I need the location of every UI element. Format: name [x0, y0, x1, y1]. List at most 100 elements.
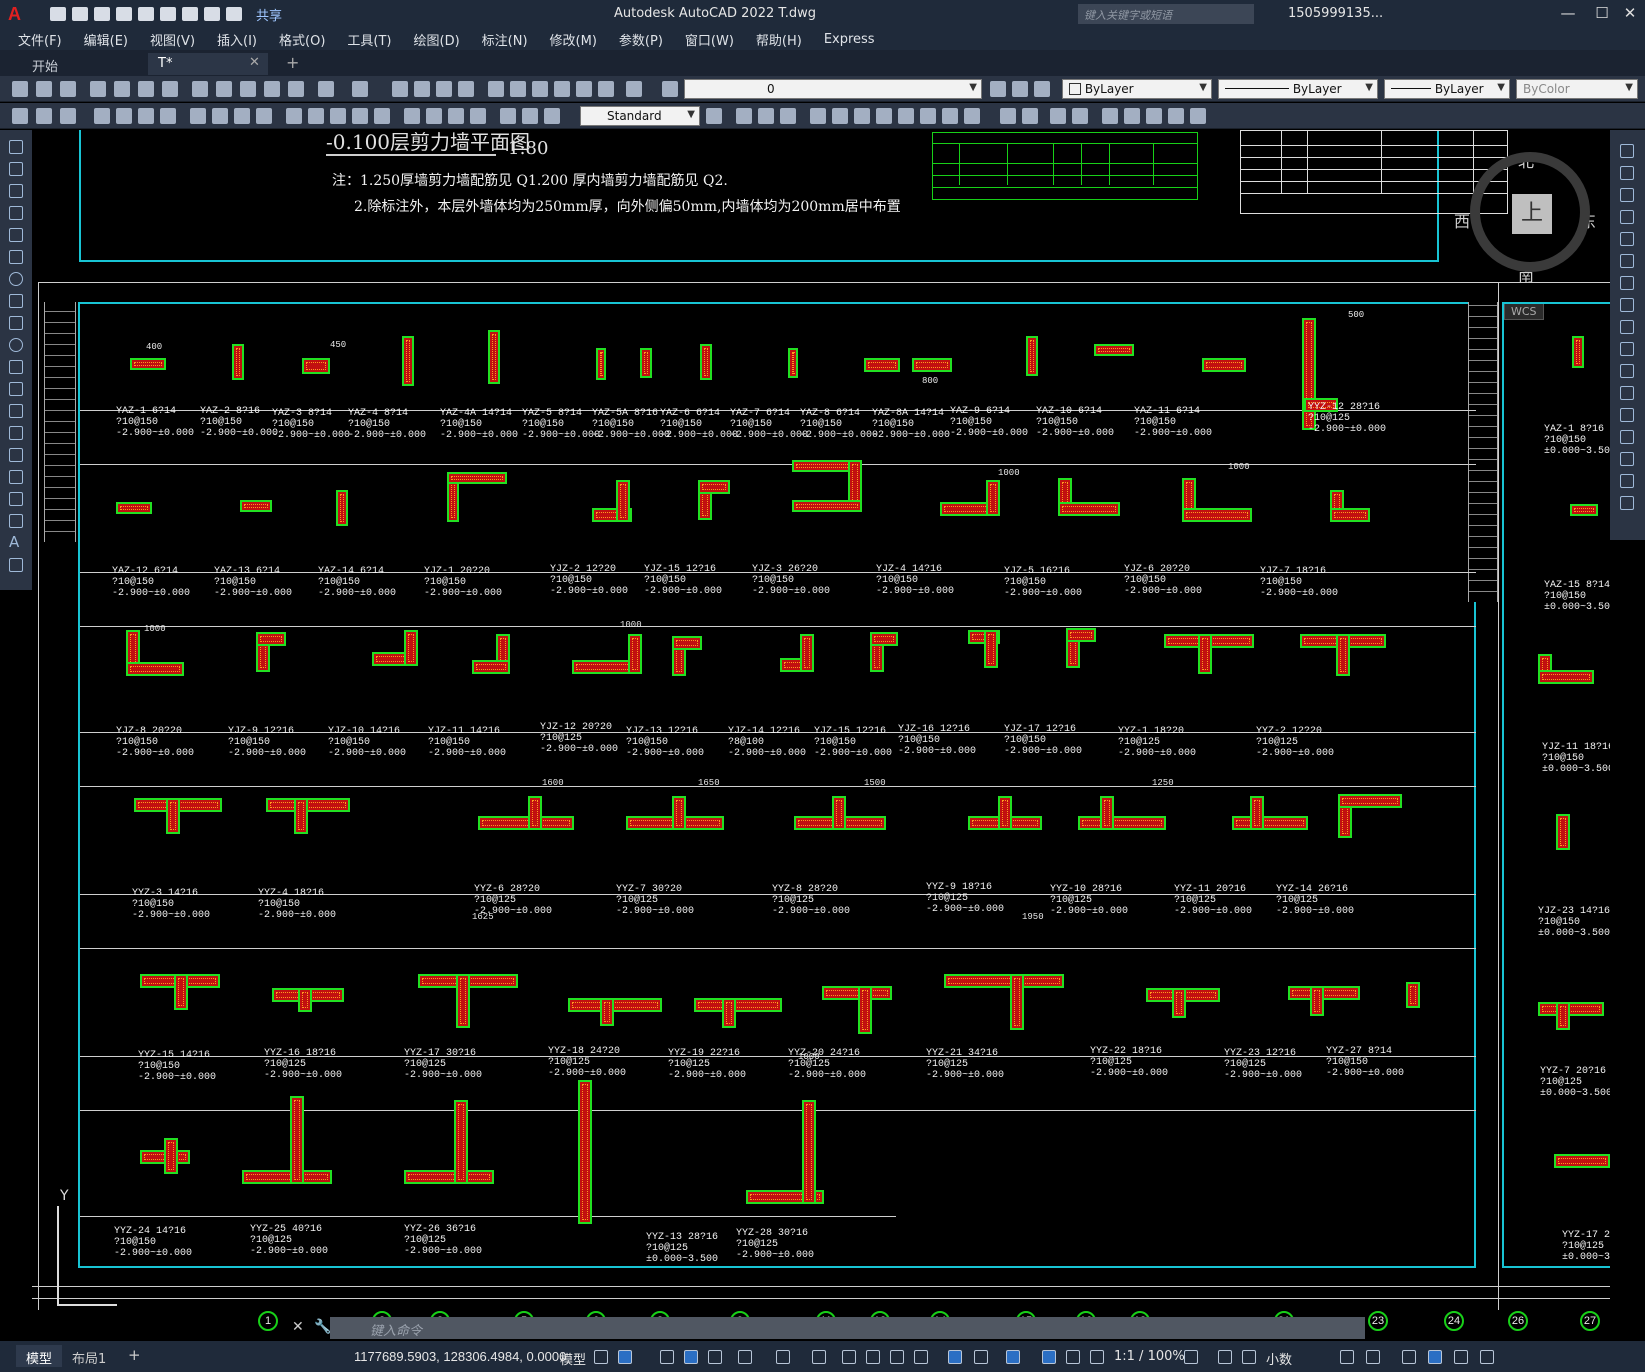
3d-print-icon[interactable] [162, 81, 178, 97]
cylinder-icon[interactable] [758, 108, 774, 124]
column-section[interactable] [1538, 1002, 1604, 1016]
column-section[interactable] [1250, 796, 1264, 830]
toolbar-options-icon[interactable] [60, 108, 76, 124]
dynamic-ucs-icon[interactable] [948, 1350, 962, 1364]
annotation-monitor-icon[interactable] [1218, 1350, 1232, 1364]
save-icon[interactable] [94, 7, 110, 21]
qnew-icon[interactable] [12, 81, 28, 97]
hatch-icon[interactable] [9, 448, 23, 462]
menu-edit[interactable]: 编辑(E) [73, 30, 139, 49]
quick-dimension-icon[interactable] [286, 108, 302, 124]
column-section[interactable] [164, 1138, 178, 1174]
object-snap-icon[interactable] [812, 1350, 826, 1364]
column-section[interactable] [174, 974, 188, 1010]
undo-icon[interactable] [318, 81, 334, 97]
column-section[interactable] [1556, 814, 1570, 850]
save-as-icon[interactable] [116, 7, 132, 21]
copy-icon[interactable] [216, 81, 232, 97]
menu-tools[interactable]: 工具(T) [336, 30, 402, 49]
column-section[interactable] [698, 480, 730, 494]
column-section[interactable] [242, 1170, 332, 1184]
ellipse-icon[interactable] [9, 338, 23, 352]
ucs-object-icon[interactable] [1168, 108, 1184, 124]
column-section[interactable] [404, 1170, 494, 1184]
new-icon[interactable] [50, 7, 66, 21]
column-section[interactable] [1310, 986, 1324, 1016]
polyline-icon[interactable] [9, 184, 23, 198]
menu-window[interactable]: 窗口(W) [674, 30, 745, 49]
construction-line-icon[interactable] [9, 162, 23, 176]
dimension-space-icon[interactable] [352, 108, 368, 124]
selection-cycling-icon[interactable] [890, 1350, 904, 1364]
column-section[interactable] [628, 634, 642, 674]
move-icon[interactable] [1620, 254, 1634, 268]
block-editor-icon[interactable] [288, 81, 304, 97]
zoom-window-icon[interactable] [436, 81, 452, 97]
isolate-objects-icon[interactable] [1402, 1350, 1416, 1364]
column-section[interactable] [1172, 988, 1186, 1018]
column-section[interactable] [858, 986, 872, 1034]
render-icon[interactable] [1022, 108, 1038, 124]
column-section[interactable] [126, 662, 184, 676]
save-web-icon[interactable] [160, 7, 176, 21]
column-section[interactable] [870, 632, 898, 646]
plot-icon[interactable] [90, 81, 106, 97]
units-value[interactable]: 小数 [1266, 1349, 1292, 1368]
column-section[interactable] [800, 634, 814, 672]
redo-icon[interactable] [226, 7, 242, 21]
lineweight-icon[interactable] [842, 1350, 856, 1364]
annotation-scale-icon[interactable] [1090, 1350, 1104, 1364]
erase-icon[interactable] [1620, 144, 1634, 158]
object-snap-tracking-icon[interactable] [776, 1350, 790, 1364]
column-section[interactable] [166, 798, 180, 834]
column-section[interactable] [488, 330, 500, 384]
revision-cloud-icon[interactable] [9, 294, 23, 308]
tool-palettes-icon[interactable] [532, 81, 548, 97]
presspull-icon[interactable] [898, 108, 914, 124]
isodraft-icon[interactable] [738, 1350, 752, 1364]
ucs-icon[interactable] [1102, 108, 1118, 124]
drawing-canvas[interactable]: -0.100层剪力墙平面图 1:80 注：1.250厚墙剪力墙配筋见 Q1.20… [32, 130, 1610, 1310]
quick-properties-icon[interactable] [1340, 1350, 1354, 1364]
column-section[interactable] [802, 1100, 816, 1204]
column-section[interactable] [722, 998, 736, 1028]
baseline-icon[interactable] [308, 108, 324, 124]
mirror-icon[interactable] [1620, 188, 1634, 202]
column-section[interactable] [240, 500, 272, 512]
column-section[interactable] [294, 798, 308, 834]
loft-icon[interactable] [942, 108, 958, 124]
add-layout-button[interactable]: + [118, 1343, 151, 1365]
annotation-visibility-icon[interactable] [1042, 1350, 1056, 1364]
sheet-set-icon[interactable] [554, 81, 570, 97]
share-button[interactable]: 共享 [256, 5, 282, 24]
column-section[interactable] [1554, 1154, 1610, 1168]
center-mark-icon[interactable] [426, 108, 442, 124]
column-section[interactable] [447, 472, 507, 484]
tolerance-icon[interactable] [404, 108, 420, 124]
layer-properties-icon[interactable] [662, 81, 678, 97]
command-line-input[interactable]: 键入命令 [330, 1317, 1365, 1339]
view-front-icon[interactable] [1072, 108, 1088, 124]
rotate-icon[interactable] [1620, 276, 1634, 290]
units-icon[interactable] [1242, 1350, 1256, 1364]
zoom-realtime-icon[interactable] [414, 81, 430, 97]
circle-icon[interactable] [9, 272, 23, 286]
column-section[interactable] [616, 480, 630, 522]
column-section[interactable] [266, 798, 350, 812]
column-section[interactable] [298, 988, 312, 1012]
compass-west[interactable]: 西 [1454, 208, 1470, 232]
ucs-origin-icon[interactable] [1146, 108, 1162, 124]
add-selected-icon[interactable] [9, 558, 23, 572]
redo-icon[interactable] [352, 81, 368, 97]
dimension-update-icon[interactable] [544, 108, 560, 124]
calculator-icon[interactable] [598, 81, 614, 97]
explode-icon[interactable] [1620, 496, 1634, 510]
dimension-edit-icon[interactable] [500, 108, 516, 124]
column-section[interactable] [456, 974, 470, 1028]
column-section[interactable] [600, 998, 614, 1026]
menu-draw[interactable]: 绘图(D) [403, 30, 471, 49]
column-section[interactable] [672, 636, 702, 650]
snap-mode-icon[interactable] [618, 1350, 632, 1364]
viewcube-top-face[interactable]: 上 [1512, 194, 1552, 234]
slice-icon[interactable] [876, 108, 892, 124]
